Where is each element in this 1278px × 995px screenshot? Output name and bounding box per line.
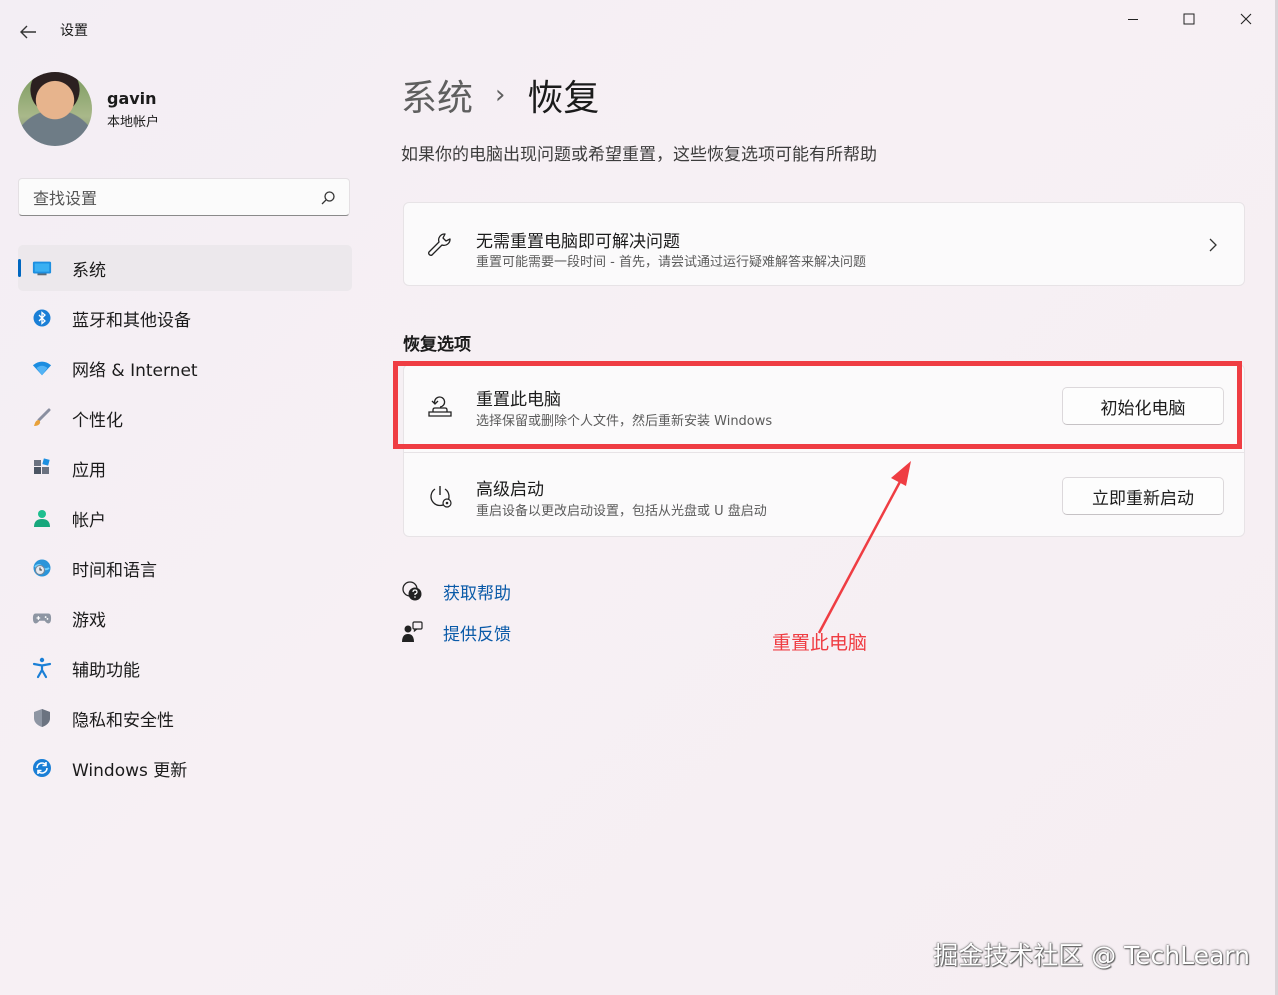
annotation-label: 重置此电脑 — [772, 632, 868, 654]
annotation-arrow — [817, 461, 911, 634]
watermark: 掘金技术社区 @ TechLearn — [933, 941, 1250, 970]
